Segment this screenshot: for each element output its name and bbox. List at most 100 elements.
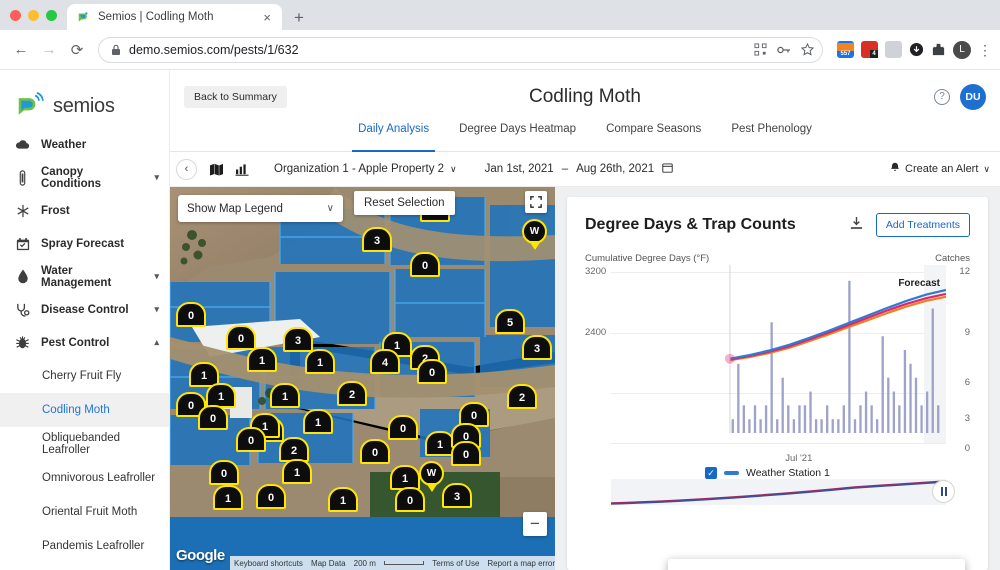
trap-marker[interactable]: 0 (360, 439, 390, 464)
browser-menu-icon[interactable]: ⋮ (978, 43, 992, 57)
sidebar-item-frost[interactable]: Frost (0, 194, 169, 227)
map-report-error[interactable]: Report a map error (487, 559, 555, 568)
organization-selector[interactable]: Organization 1 - Apple Property 2 ∨ (274, 163, 457, 175)
chart-y2tick-6: 6 (964, 377, 970, 388)
trap-marker[interactable]: 0 (395, 487, 425, 512)
create-alert-label: Create an Alert (905, 163, 979, 175)
qr-code-icon[interactable] (754, 43, 767, 56)
date-separator: – (561, 163, 569, 175)
help-icon[interactable]: ? (934, 88, 950, 105)
extension-counter-icon[interactable]: 557 (837, 41, 854, 58)
back-to-summary-button[interactable]: Back to Summary (184, 85, 287, 108)
trap-marker[interactable]: 1 (247, 347, 277, 372)
chart-plot-area[interactable]: 3200 2400 12 9 6 3 0 Forecast Jul '21 (585, 265, 970, 505)
sidebar-item-disease-control[interactable]: Disease Control ▾ (0, 293, 169, 326)
chart-navigator[interactable] (610, 479, 955, 505)
download-icon[interactable] (850, 216, 863, 235)
map-legend-select[interactable]: Show Map Legend ∨ (178, 195, 343, 222)
reload-icon[interactable]: ⟳ (64, 37, 90, 63)
chart-view-icon[interactable] (234, 161, 250, 177)
trap-marker[interactable]: 3 (442, 483, 472, 508)
brand-logo-area[interactable]: semios (0, 70, 169, 128)
sidebar-label: Frost (41, 204, 70, 217)
download-arrow-icon[interactable] (909, 42, 924, 57)
orchard-map[interactable]: Show Map Legend ∨ Reset Selection − Goog… (170, 187, 555, 570)
trap-marker[interactable]: 0 (176, 302, 206, 327)
tab-degree-days-heatmap[interactable]: Degree Days Heatmap (459, 123, 576, 151)
sidebar-item-spray-forecast[interactable]: Spray Forecast (0, 227, 169, 260)
trap-marker[interactable]: 1 (270, 383, 300, 408)
trap-marker[interactable]: 1 (282, 459, 312, 484)
trap-marker[interactable]: 4 (370, 349, 400, 374)
maximize-window-button[interactable] (46, 10, 57, 21)
bug-icon (14, 335, 31, 350)
forward-icon[interactable]: → (36, 37, 62, 63)
back-icon[interactable]: ← (8, 37, 34, 63)
extension-badge-icon[interactable]: 4 (861, 41, 878, 58)
add-treatments-button[interactable]: Add Treatments (875, 213, 970, 237)
map-keyboard-shortcuts[interactable]: Keyboard shortcuts (234, 559, 303, 568)
sidebar-subitem-pandemis-leafroller[interactable]: Pandemis Leafroller (0, 529, 169, 563)
trap-marker[interactable]: 1 (213, 485, 243, 510)
tab-compare-seasons[interactable]: Compare Seasons (606, 123, 701, 151)
map-zoom-out-button[interactable]: − (523, 512, 547, 536)
chart-bar (798, 405, 801, 433)
trap-marker[interactable]: 1 (303, 409, 333, 434)
sidebar-subitem-omnivorous-leafroller[interactable]: Omnivorous Leafroller (0, 461, 169, 495)
sidebar-subitem-codling-moth[interactable]: Codling Moth (0, 393, 169, 427)
trap-marker[interactable]: 5 (495, 309, 525, 334)
navigator-right-handle[interactable] (932, 480, 955, 503)
calendar-icon[interactable] (662, 162, 673, 176)
trap-marker[interactable]: 1 (305, 349, 335, 374)
tab-daily-analysis[interactable]: Daily Analysis (352, 123, 436, 152)
extension-grey-icon[interactable] (885, 41, 902, 58)
trap-marker[interactable]: 0 (256, 484, 286, 509)
create-alert-button[interactable]: Create an Alert ∨ (890, 162, 990, 176)
map-data-label[interactable]: Map Data (311, 559, 346, 568)
sidebar-item-pest-control[interactable]: Pest Control ▴ (0, 326, 169, 359)
sidebar-item-water-management[interactable]: Water Management ▾ (0, 260, 169, 293)
trap-marker[interactable]: 0 (198, 405, 228, 430)
sidebar-subitem-oriental-fruit-moth[interactable]: Oriental Fruit Moth (0, 495, 169, 529)
browser-tab[interactable]: Semios | Codling Moth × (67, 4, 282, 30)
user-avatar[interactable]: DU (960, 83, 986, 110)
fullscreen-icon[interactable] (525, 191, 547, 213)
profile-avatar[interactable]: L (953, 40, 971, 59)
map-terms-of-use[interactable]: Terms of Use (432, 559, 479, 568)
sidebar-item-weather[interactable]: Weather (0, 128, 169, 161)
trap-marker[interactable]: 0 (451, 441, 481, 466)
close-window-button[interactable] (10, 10, 21, 21)
new-tab-button[interactable]: + (282, 9, 314, 30)
key-icon[interactable] (777, 44, 791, 56)
trap-marker[interactable]: 0 (388, 415, 418, 440)
trap-marker[interactable]: 3 (522, 335, 552, 360)
trap-marker[interactable]: 0 (417, 359, 447, 384)
tab-pest-phenology[interactable]: Pest Phenology (731, 123, 812, 151)
extension-icons: 557 4 L ⋮ (831, 40, 992, 59)
address-bar[interactable]: demo.semios.com/pests/1/632 (98, 36, 823, 63)
puzzle-piece-icon[interactable] (931, 42, 946, 57)
map-view-icon[interactable] (208, 161, 224, 177)
legend-checkbox[interactable]: ✓ (705, 467, 717, 479)
sidebar-subitem-cherry-fruit-fly[interactable]: Cherry Fruit Fly (0, 359, 169, 393)
extension-badge-label: 4 (870, 50, 878, 58)
sidebar-subitem-obliquebanded-leafroller[interactable]: Obliquebanded Leafroller (0, 427, 169, 461)
trap-shape: 2 (337, 381, 367, 406)
tab-close-icon[interactable]: × (260, 11, 274, 24)
trap-marker[interactable]: 2 (507, 384, 537, 409)
trap-marker[interactable]: 0 (236, 427, 266, 452)
legend-item-weather-station-1[interactable]: ✓ Weather Station 1 (705, 467, 830, 479)
collapse-sidebar-button[interactable]: ‹ (176, 158, 197, 180)
sidebar-item-canopy-conditions[interactable]: Canopy Conditions ▾ (0, 161, 169, 194)
minimize-window-button[interactable] (28, 10, 39, 21)
sidebar-subitem-san-jose-scale[interactable]: San Jose Scale (0, 563, 169, 570)
trap-marker[interactable]: 2 (337, 381, 367, 406)
trap-marker[interactable]: 1 (328, 487, 358, 512)
trap-marker[interactable]: 0 (209, 460, 239, 485)
date-range-picker[interactable]: Jan 1st, 2021 – Aug 26th, 2021 (485, 162, 673, 176)
reset-selection-button[interactable]: Reset Selection (354, 191, 455, 215)
trap-marker[interactable]: 3 (362, 227, 392, 252)
weather-station-marker[interactable]: W (522, 219, 547, 250)
trap-marker[interactable]: 0 (410, 252, 440, 277)
star-icon[interactable] (801, 43, 814, 56)
